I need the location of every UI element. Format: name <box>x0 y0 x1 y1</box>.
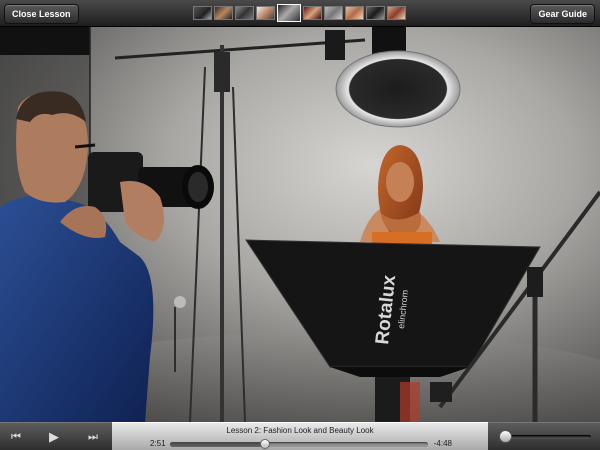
volume-control <box>488 422 600 450</box>
lesson-thumbnail-strip <box>193 4 406 22</box>
close-lesson-button[interactable]: Close Lesson <box>4 4 79 24</box>
player-controls-bar: ⏮ ▶ ⏭ Lesson 2: Fashion Look and Beauty … <box>0 422 600 450</box>
skip-back-icon[interactable]: ⏮ <box>8 429 24 445</box>
lesson-title: Lesson 2: Fashion Look and Beauty Look <box>226 426 374 435</box>
studio-photo: Rotalux elinchrom <box>0 27 600 422</box>
lesson-video-frame[interactable]: Rotalux elinchrom <box>0 27 600 422</box>
volume-slider[interactable] <box>498 430 591 443</box>
progress-fill <box>170 442 266 447</box>
lesson-thumbnail[interactable] <box>193 6 212 20</box>
progress-knob[interactable] <box>260 439 271 449</box>
lesson-thumbnail[interactable] <box>214 6 233 20</box>
progress-scrubber[interactable] <box>170 439 428 449</box>
skip-forward-icon[interactable]: ⏭ <box>85 429 101 445</box>
play-icon[interactable]: ▶ <box>46 429 62 445</box>
lesson-thumbnail[interactable] <box>345 6 364 20</box>
transport-controls: ⏮ ▶ ⏭ <box>0 422 112 450</box>
lesson-thumbnail[interactable] <box>235 6 254 20</box>
lesson-thumbnail[interactable] <box>366 6 385 20</box>
top-toolbar: Close Lesson Gear Guide <box>0 0 600 27</box>
lesson-thumbnail-selected[interactable] <box>277 4 301 22</box>
lesson-thumbnail[interactable] <box>303 6 322 20</box>
gear-guide-button[interactable]: Gear Guide <box>530 4 595 24</box>
lesson-thumbnail[interactable] <box>324 6 343 20</box>
remaining-time: -4:48 <box>433 439 452 448</box>
lesson-thumbnail[interactable] <box>387 6 406 20</box>
now-playing-panel: Lesson 2: Fashion Look and Beauty Look 2… <box>112 422 488 450</box>
volume-knob[interactable] <box>498 430 512 443</box>
lesson-thumbnail[interactable] <box>256 6 275 20</box>
elapsed-time: 2:51 <box>150 439 166 448</box>
